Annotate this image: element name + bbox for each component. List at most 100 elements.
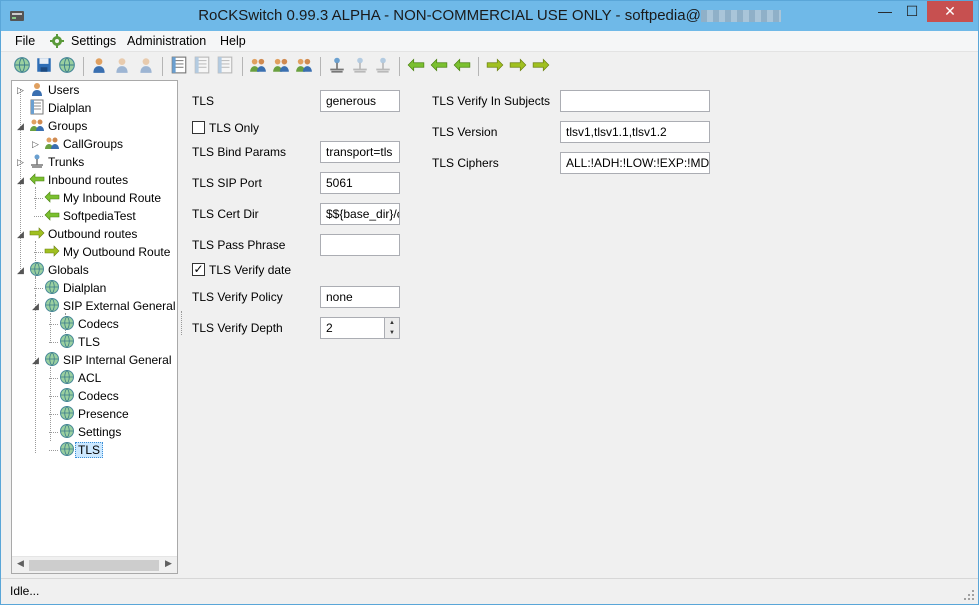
tree-item[interactable]: SIP Internal General (44, 351, 172, 369)
collapse-icon[interactable]: ◢ (17, 230, 26, 239)
tree-item-label: Trunks (48, 155, 85, 169)
verify-depth-value: 2 (326, 321, 333, 335)
tls-only-label: TLS Only (209, 121, 260, 135)
add-inbound-route-icon[interactable] (407, 56, 427, 76)
sip-port-field[interactable]: 5061 (320, 172, 400, 194)
tree-item-label: TLS (78, 335, 101, 349)
tree-item[interactable]: Trunks (29, 153, 84, 171)
edit-group-icon[interactable] (272, 56, 292, 76)
verify-date-checkbox[interactable]: ✓ (192, 263, 205, 276)
save-icon[interactable] (35, 56, 55, 76)
scroll-left-icon[interactable]: ◀ (13, 558, 28, 569)
menu-help[interactable]: Help (220, 34, 246, 48)
tree-item[interactable]: SIP External General (44, 297, 176, 315)
expand-icon[interactable]: ▷ (17, 86, 26, 95)
horizontal-scrollbar[interactable]: ◀ ▶ (12, 556, 177, 573)
tree-connector (49, 432, 58, 433)
tree-item[interactable]: TLS (59, 333, 100, 351)
menu-settings[interactable]: Settings (71, 34, 116, 48)
globe-refresh-icon[interactable] (58, 56, 78, 76)
close-button[interactable]: ✕ (927, 1, 973, 22)
tree-item[interactable]: CallGroups (44, 135, 123, 153)
verify-depth-spinner[interactable]: 2 ▲ ▼ (320, 317, 400, 339)
tls-field[interactable]: generous (320, 90, 400, 112)
remove-user-icon[interactable] (137, 56, 157, 76)
tree-item[interactable]: Inbound routes (29, 171, 128, 189)
verify-policy-field[interactable]: none (320, 286, 400, 308)
remove-outbound-route-icon[interactable] (532, 56, 552, 76)
add-dialplan-icon[interactable] (170, 56, 190, 76)
collapse-icon[interactable]: ◢ (17, 122, 26, 131)
edit-trunk-icon[interactable] (351, 56, 371, 76)
tree-item[interactable]: Settings (59, 423, 121, 441)
tree-item[interactable]: Codecs (59, 315, 119, 333)
scrollbar-thumb[interactable] (29, 560, 159, 571)
remove-group-icon[interactable] (295, 56, 315, 76)
tree-item[interactable]: Presence (59, 405, 129, 423)
bind-params-label: TLS Bind Params (192, 145, 287, 159)
title-bar[interactable]: RoCKSwitch 0.99.3 ALPHA - NON-COMMERCIAL… (1, 1, 978, 31)
scroll-right-icon[interactable]: ▶ (161, 558, 176, 569)
tls-only-checkbox[interactable] (192, 121, 205, 134)
toolbar (1, 53, 978, 80)
minimize-button[interactable]: — (872, 1, 898, 22)
tree-item[interactable]: TLS (59, 441, 104, 459)
edit-outbound-route-icon[interactable] (509, 56, 529, 76)
inbound-arrow-icon (29, 173, 45, 185)
tree-item[interactable]: ACL (59, 369, 101, 387)
version-field[interactable]: tlsv1,tlsv1.1,tlsv1.2 (560, 121, 710, 143)
navigation-tree[interactable]: ◀ ▶ ▷ Users Dialplan ◢ Groups ▷ CallGroups ▷ Tru… (11, 80, 178, 574)
edit-inbound-route-icon[interactable] (430, 56, 450, 76)
tree-item[interactable]: Dialplan (29, 99, 91, 117)
panel-splitter[interactable] (181, 311, 183, 335)
remove-inbound-route-icon[interactable] (453, 56, 473, 76)
tree-item[interactable]: Dialplan (44, 279, 106, 297)
app-window: RoCKSwitch 0.99.3 ALPHA - NON-COMMERCIAL… (0, 0, 979, 605)
spin-down-icon[interactable]: ▼ (384, 328, 399, 338)
tree-item-label: SIP Internal General (63, 353, 172, 367)
home-globe-icon[interactable] (13, 56, 33, 76)
tree-item[interactable]: My Outbound Route (44, 243, 170, 261)
resize-grip-icon[interactable] (963, 589, 975, 601)
inbound-arrow-icon (44, 191, 60, 203)
add-outbound-route-icon[interactable] (486, 56, 506, 76)
toolbar-separator (83, 57, 84, 76)
tree-item[interactable]: Globals (29, 261, 89, 279)
menu-file[interactable]: File (15, 34, 35, 48)
collapse-icon[interactable]: ◢ (32, 356, 41, 365)
tree-item-label: Dialplan (48, 101, 92, 115)
collapse-icon[interactable]: ◢ (32, 302, 41, 311)
verify-in-subjects-field[interactable] (560, 90, 710, 112)
dialplan-icon (30, 99, 44, 115)
tree-item[interactable]: My Inbound Route (44, 189, 161, 207)
tree-item-label: Codecs (78, 317, 119, 331)
spin-up-icon[interactable]: ▲ (384, 318, 399, 328)
ciphers-field[interactable]: ALL:!ADH:!LOW:!EXP:!MD5 (560, 152, 710, 174)
tree-connector (34, 288, 43, 289)
tree-item[interactable]: Users (29, 81, 79, 99)
expand-icon[interactable]: ▷ (17, 158, 26, 167)
tree-connector (49, 342, 58, 343)
remove-trunk-icon[interactable] (374, 56, 394, 76)
tree-connector (49, 378, 58, 379)
edit-dialplan-icon[interactable] (193, 56, 213, 76)
edit-user-icon[interactable] (113, 56, 133, 76)
expand-icon[interactable]: ▷ (32, 140, 41, 149)
add-trunk-icon[interactable] (328, 56, 348, 76)
collapse-icon[interactable]: ◢ (17, 176, 26, 185)
tree-item[interactable]: SoftpediaTest (44, 207, 136, 225)
cert-dir-label: TLS Cert Dir (192, 207, 259, 221)
add-user-icon[interactable] (90, 56, 110, 76)
add-group-icon[interactable] (249, 56, 269, 76)
bind-params-field[interactable]: transport=tls (320, 141, 400, 163)
tree-item[interactable]: Groups (29, 117, 87, 135)
tree-item[interactable]: Codecs (59, 387, 119, 405)
tree-item[interactable]: Outbound routes (29, 225, 137, 243)
remove-dialplan-icon[interactable] (216, 56, 236, 76)
tree-item-label: ACL (78, 371, 102, 385)
pass-phrase-field[interactable] (320, 234, 400, 256)
collapse-icon[interactable]: ◢ (17, 266, 26, 275)
menu-administration[interactable]: Administration (127, 34, 206, 48)
cert-dir-field[interactable]: $${base_dir}/c (320, 203, 400, 225)
maximize-button[interactable]: ☐ (899, 1, 925, 22)
